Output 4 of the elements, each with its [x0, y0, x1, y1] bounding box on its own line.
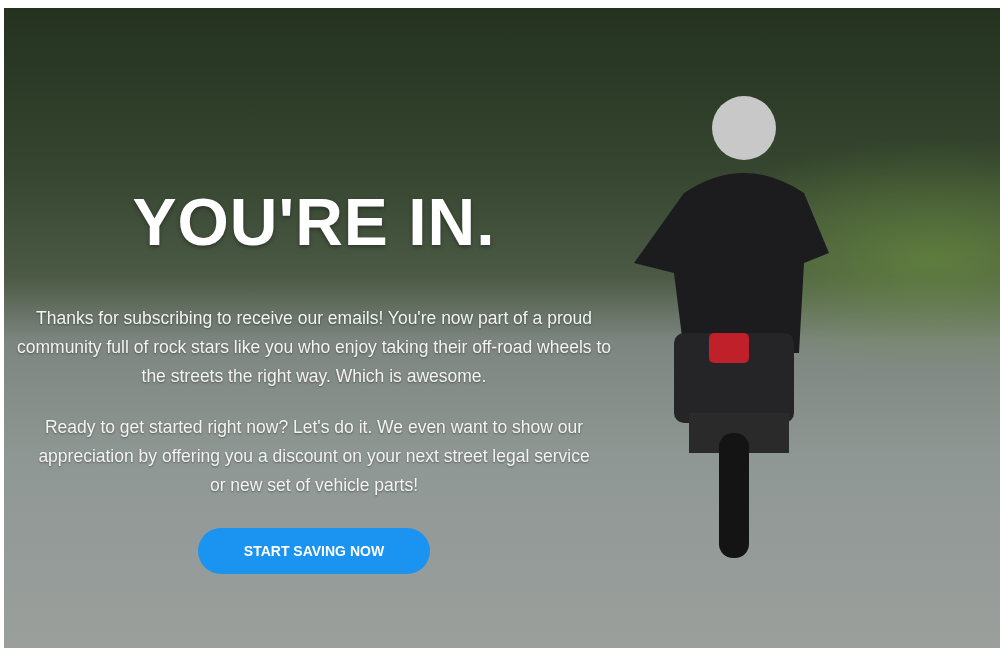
body-paragraph: Thanks for subscribing to receive our emails! You're now part of a proud community full of rock stars like you who enjoy taking their off-road wheels to the streets the right way. Which is awesome. — [16, 307, 612, 388]
body-paragraph: Ready to get started right now? Let's do it. We even want to show our appreciation by offering you a discount on your next street legal service or new set of vehicle parts! — [37, 416, 591, 497]
start-saving-button[interactable]: START SAVING NOW — [198, 528, 430, 574]
hero-heading: YOU'RE IN. — [132, 184, 496, 260]
